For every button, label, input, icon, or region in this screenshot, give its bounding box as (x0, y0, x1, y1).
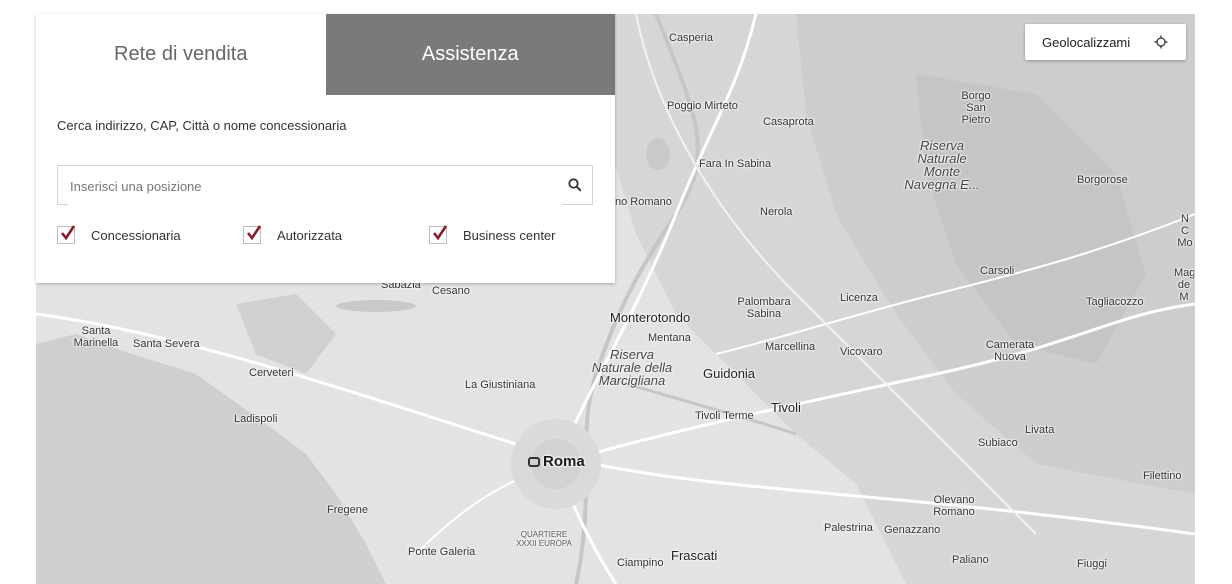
map-label: Mag de M (1174, 267, 1194, 303)
map-label: Mentana (648, 332, 691, 344)
map-label: Licenza (840, 292, 878, 304)
map-label: Borgorose (1077, 174, 1128, 186)
map-label: Borgo San Pietro (961, 90, 991, 126)
map-label: Filettino (1143, 470, 1182, 482)
map-label: Fara In Sabina (699, 158, 772, 170)
map-label: Tivoli (771, 400, 801, 415)
tab-assistance[interactable]: Assistenza (325, 14, 615, 95)
map-label: Subiaco (978, 437, 1018, 449)
map-label: La Giustiniana (465, 379, 536, 391)
map-label: Santa Marinella (73, 325, 119, 349)
filter-concessionaria[interactable]: Concessionaria (57, 225, 181, 244)
checkbox-concessionaria[interactable] (57, 225, 76, 244)
map-label: Olevano Romano (933, 494, 975, 518)
checkmark-icon (246, 225, 262, 241)
map-label: Nerola (760, 206, 793, 218)
map-label: Casaprota (763, 116, 814, 128)
map-label: Ciampino (617, 557, 664, 569)
checkmark-icon (60, 225, 76, 241)
map-label: Marcellina (765, 341, 816, 353)
map-label: Cerveteri (249, 367, 294, 379)
filter-autorizzata[interactable]: Autorizzata (243, 225, 343, 244)
checkmark-icon (432, 225, 448, 241)
map-label: QUARTIERE XXXII EUROPA (516, 530, 572, 548)
map-label: Carsoli (980, 265, 1015, 277)
map-label: Livata (1025, 424, 1055, 436)
city-icon (528, 457, 540, 468)
map-label: Palombara Sabina (737, 296, 791, 320)
map-label: Casperia (669, 32, 714, 44)
map-label-roma: Roma (528, 454, 585, 469)
map-label: Cesano (432, 285, 470, 297)
search-input[interactable] (68, 166, 562, 206)
map-label: Genazzano (884, 524, 941, 536)
geolocate-label: Geolocalizzami (1042, 34, 1131, 50)
map-label: Camerata Nuova (985, 339, 1035, 363)
map-label: Guidonia (703, 366, 756, 381)
map-label: Frascati (671, 548, 718, 563)
crosshair-icon (1154, 35, 1168, 49)
map-label: N C Mo (1177, 213, 1193, 249)
map-label: Monterotondo (610, 310, 691, 325)
geolocate-button[interactable]: Geolocalizzami (1025, 24, 1186, 60)
checkbox-autorizzata[interactable] (243, 225, 262, 244)
filter-label: Concessionaria (91, 227, 181, 243)
filter-group: Concessionaria Autorizzata Business cent… (57, 225, 597, 248)
search-box (57, 165, 593, 206)
map-label: Santa Severa (133, 338, 200, 350)
map-label: Paliano (952, 554, 989, 566)
map-label: Ponte Galeria (408, 546, 476, 558)
search-hint: Cerca indirizzo, CAP, Città o nome conce… (57, 118, 347, 133)
search-icon[interactable] (568, 178, 582, 192)
map-label: no Romano (615, 196, 672, 208)
tab-sales-network[interactable]: Rete di vendita (36, 14, 326, 95)
search-panel: Rete di vendita Assistenza Cerca indiriz… (36, 14, 615, 283)
filter-label: Autorizzata (277, 227, 343, 243)
filter-label: Business center (463, 227, 556, 243)
map-label: Poggio Mirteto (667, 100, 738, 112)
map-label: Ladispoli (234, 413, 278, 425)
map-label: Fiuggi (1077, 558, 1107, 570)
map-label: Riserva Naturale Monte Navegna E... (904, 138, 980, 192)
map-label: Fregene (327, 504, 368, 516)
tab-bar: Rete di vendita Assistenza (36, 14, 615, 95)
map-label: Riserva Naturale della Marcigliana (591, 347, 673, 388)
checkbox-business-center[interactable] (429, 225, 448, 244)
map-label: Palestrina (824, 522, 873, 534)
filter-business-center[interactable]: Business center (429, 225, 556, 244)
map-label: Vicovaro (840, 346, 883, 358)
map-label: Tivoli Terme (695, 410, 754, 422)
map-label: Tagliacozzo (1086, 296, 1144, 308)
